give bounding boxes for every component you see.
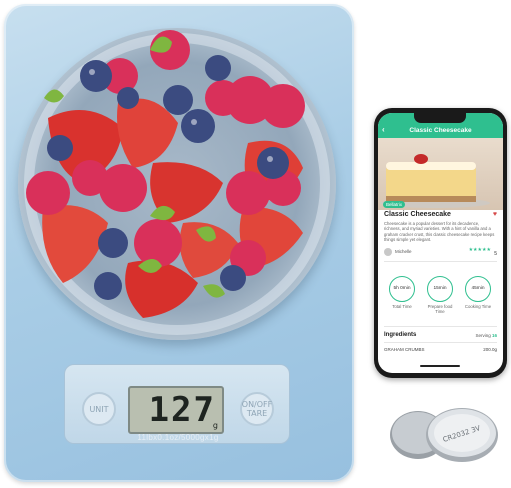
serving-control[interactable]: Serving 16 [475,333,497,338]
time-cooking-label: Cooking Time [464,304,492,309]
raspberry [134,219,182,267]
time-cooking-value: 45min [465,276,491,302]
divider [384,342,497,343]
cheesecake [386,166,476,200]
rating-value: 5 [494,251,497,257]
app-header: ‹ Classic Cheesecake [378,122,503,138]
raspberry [226,171,270,215]
phone-screen: ‹ Classic Cheesecake Bellatrix Classic C… [378,113,503,373]
product-photo: UNIT 127 g ON/OFF TARE 11lbx0.1oz/5000gx… [0,0,511,488]
capacity-spec: 11lbx0.1oz/5000gx1g [137,433,219,442]
ingredient-qty: 200.0g [483,347,497,352]
raspberry [261,84,305,128]
ingredient-name: GRAHAM CRUMBS [384,347,425,352]
mint-leaf [44,89,64,103]
berries [26,30,305,318]
star-rating-icon: ★★★★★ [468,247,491,253]
unit-button[interactable]: UNIT [82,392,116,426]
lcd-display: 127 g [128,386,224,434]
recipe-image [378,138,503,210]
weight-unit: g [212,421,218,430]
coin-batteries: CR2032 3V [390,408,498,462]
power-tare-label: ON/OFF TARE [241,400,273,418]
blueberry [80,60,112,92]
divider [384,326,497,327]
recipe-title: Classic Cheesecake [384,211,451,218]
time-prepare: 15min Prepare food Time [426,276,454,314]
divider [384,261,497,262]
ingredient-row: GRAHAM CRUMBS 200.0g [384,347,497,352]
strawberry-topping [414,154,428,164]
blueberry [94,272,122,300]
time-cooking: 45min Cooking Time [464,276,492,309]
author-name: Michelle [395,249,412,254]
mint-leaf [203,284,225,298]
author-badge: Bellatrix [383,201,406,208]
author-row: Michelle ★★★★★ 5 [384,247,497,257]
raspberry [205,80,241,116]
avatar [384,248,392,256]
favorite-heart-icon[interactable]: ♥ [493,211,497,218]
cheesecake-top [386,162,476,170]
recipe-description: Cheesecake is a popular dessert for its … [384,221,495,242]
blueberry [181,109,215,143]
app-title: Classic Cheesecake [409,126,472,134]
power-tare-button[interactable]: ON/OFF TARE [240,392,274,426]
serving-count: 16 [491,333,497,338]
serving-label: Serving [475,333,491,338]
blueberry [98,228,128,258]
unit-button-label: UNIT [89,404,109,414]
blueberry [220,265,246,291]
blueberry [117,87,139,109]
time-total-value: 5h 0min [389,276,415,302]
raspberry [72,160,108,196]
time-prepare-value: 15min [427,276,453,302]
time-total-label: Total Time [392,304,412,309]
blueberry [163,85,193,115]
blueberry [47,135,73,161]
blueberry [257,147,289,179]
time-prepare-label: Prepare food Time [427,304,453,314]
phone-notch [414,113,466,123]
raspberry [26,171,70,215]
strawberry-group [42,98,303,318]
weight-readout: 127 [148,390,216,430]
time-total: 5h 0min Total Time [388,276,416,309]
blueberry [205,55,231,81]
back-arrow-icon[interactable]: ‹ [382,125,388,135]
home-indicator [420,365,460,367]
